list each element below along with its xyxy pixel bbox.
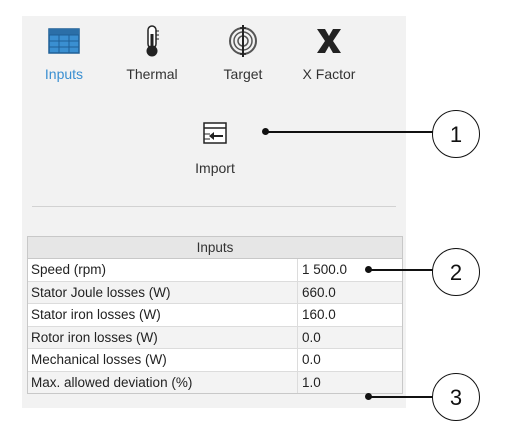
- target-icon: [226, 24, 260, 58]
- import-button[interactable]: Import: [182, 120, 248, 184]
- table-header: Inputs: [28, 237, 402, 259]
- tab-thermal[interactable]: Thermal: [113, 24, 191, 86]
- tab-x-factor[interactable]: X Factor: [290, 24, 368, 86]
- tab-inputs-label: Inputs: [44, 66, 84, 82]
- callout-2-line: [369, 269, 433, 271]
- row-label: Stator iron losses (W): [28, 304, 298, 326]
- mechanical-losses-field[interactable]: 0.0: [298, 349, 402, 371]
- row-label: Mechanical losses (W): [28, 349, 298, 371]
- divider: [32, 206, 396, 207]
- row-label: Speed (rpm): [28, 259, 298, 281]
- import-label: Import: [195, 160, 235, 176]
- tab-target[interactable]: Target: [204, 24, 282, 86]
- stator-iron-losses-field[interactable]: 160.0: [298, 304, 402, 326]
- max-deviation-field[interactable]: 1.0: [298, 372, 402, 394]
- callout-1-marker: 1: [432, 110, 480, 158]
- row-label: Stator Joule losses (W): [28, 281, 298, 303]
- table-row: Rotor iron losses (W) 0.0: [28, 326, 402, 349]
- inputs-panel: Inputs Thermal Target X Factor Import In…: [22, 16, 406, 408]
- table-row: Mechanical losses (W) 0.0: [28, 349, 402, 372]
- table-row: Speed (rpm) 1 500.0: [28, 259, 402, 282]
- rotor-iron-losses-field[interactable]: 0.0: [298, 327, 402, 349]
- callout-1-line: [266, 131, 433, 133]
- callout-3-line: [369, 396, 433, 398]
- row-label: Max. allowed deviation (%): [28, 371, 298, 393]
- callout-3-marker: 3: [432, 373, 480, 421]
- callout-2-marker: 2: [432, 248, 480, 296]
- table-row: Stator Joule losses (W) 660.0: [28, 281, 402, 304]
- x-factor-icon: [312, 24, 346, 58]
- toolbar: Inputs Thermal Target X Factor: [22, 16, 406, 86]
- table-row: Stator iron losses (W) 160.0: [28, 304, 402, 327]
- table-row: Max. allowed deviation (%) 1.0: [28, 371, 402, 394]
- inputs-table: Inputs Speed (rpm) 1 500.0 Stator Joule …: [27, 236, 403, 394]
- table-icon: [47, 24, 81, 58]
- tab-inputs[interactable]: Inputs: [25, 24, 103, 86]
- tab-thermal-label: Thermal: [126, 66, 178, 82]
- row-label: Rotor iron losses (W): [28, 326, 298, 348]
- import-icon: [202, 120, 228, 146]
- tab-target-label: Target: [223, 66, 263, 82]
- tab-x-factor-label: X Factor: [302, 66, 356, 82]
- thermometer-icon: [135, 24, 169, 58]
- stator-joule-losses-field[interactable]: 660.0: [298, 282, 402, 304]
